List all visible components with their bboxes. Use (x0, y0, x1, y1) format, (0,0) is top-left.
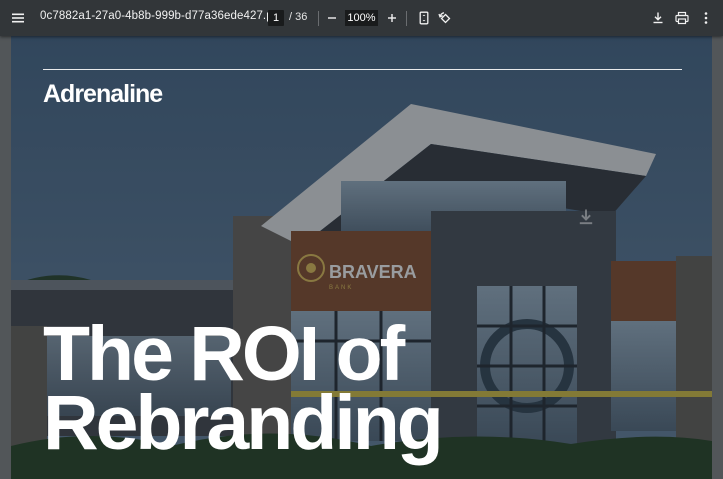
document-filename: 0c7882a1-27a0-4b8b-999b-d77a36ede427.pdf (40, 10, 283, 22)
page-total-label: / 36 (289, 11, 308, 23)
more-vertical-icon (704, 12, 708, 24)
download-icon (653, 12, 663, 24)
toolbar-divider (318, 11, 319, 26)
cover-headline: The ROI of Rebranding (43, 311, 444, 466)
zoom-in-button[interactable] (380, 6, 404, 30)
page-number-input[interactable]: 1 (268, 10, 284, 26)
zoom-level-input[interactable]: 100% (345, 10, 378, 26)
pdf-toolbar: 0c7882a1-27a0-4b8b-999b-d77a36ede427.pdf… (0, 0, 723, 36)
header-rule (43, 69, 682, 70)
download-icon (575, 206, 597, 233)
more-options-button[interactable] (694, 6, 718, 30)
pdf-page: BRAVERA BANK Adrenaline The ROI of Rebra… (11, 36, 712, 479)
zoom-out-button[interactable] (320, 6, 344, 30)
print-button[interactable] (670, 6, 694, 30)
minus-icon (328, 17, 336, 19)
brand-logo-text: Adrenaline (43, 80, 163, 108)
fit-page-icon (419, 11, 429, 25)
download-button[interactable] (646, 6, 670, 30)
headline-line-2: Rebranding (43, 380, 444, 466)
plus-icon (388, 14, 396, 22)
toolbar-divider (406, 11, 407, 26)
headline-line-1: The ROI of (43, 311, 405, 397)
rotate-icon (438, 12, 451, 24)
menu-icon[interactable] (6, 6, 30, 30)
print-icon (675, 11, 689, 25)
rotate-button[interactable] (433, 6, 457, 30)
